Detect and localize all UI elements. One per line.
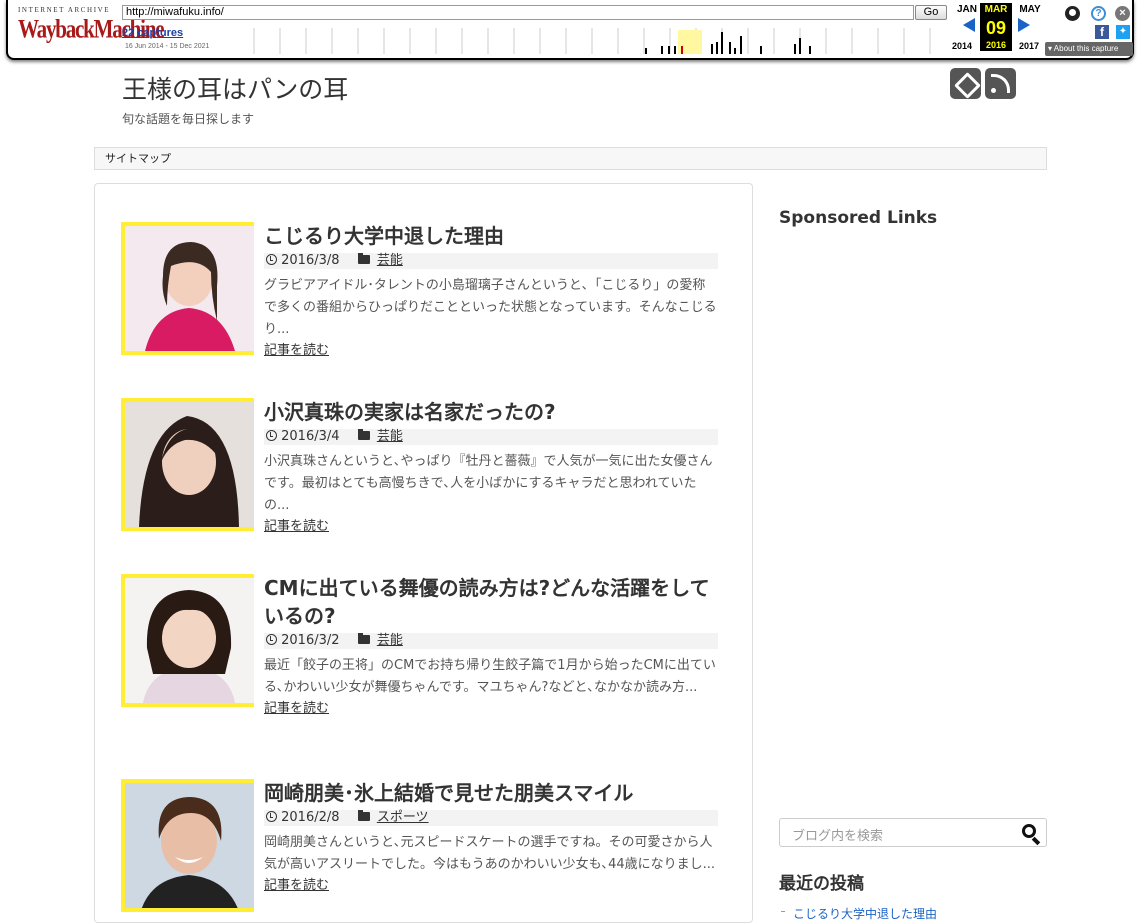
post-thumbnail[interactable] <box>121 398 254 531</box>
clock-icon <box>266 811 277 822</box>
post-meta: 2016/3/8 芸能 <box>264 253 718 269</box>
post-excerpt: グラビアアイドル･タレントの小島瑠璃子さんというと､「こじるり」の愛称で多くの番… <box>264 278 717 337</box>
post-list: こじるり大学中退した理由 2016/3/8 芸能 グラビアアイドル･タレントの小… <box>94 183 753 923</box>
sponsored-links-heading: Sponsored Links <box>779 208 938 228</box>
user-icon[interactable] <box>1065 6 1080 21</box>
facebook-icon[interactable]: f <box>1095 25 1109 39</box>
next-year-label[interactable]: 2017 <box>1019 41 1039 51</box>
post-excerpt: 小沢真珠さんというと､やっぱり『牡丹と薔薇』で人気が一気に出た女優さんです。最初… <box>264 454 713 513</box>
prev-capture-arrow-icon[interactable] <box>963 18 975 32</box>
folder-icon <box>357 253 370 264</box>
search-box[interactable]: ブログ内を検索 <box>779 818 1047 847</box>
clock-icon <box>266 430 277 441</box>
post-excerpt: 最近「餃子の王将」のCMでお持ち帰り生餃子篇で1月から始ったCMに出ている､かわ… <box>264 658 716 695</box>
nav-item-sitemap[interactable]: サイトマップ <box>105 152 171 165</box>
nav-bar: サイトマップ <box>94 147 1047 170</box>
wayback-capture-range: 16 Jun 2014 - 15 Dec 2021 <box>125 43 210 50</box>
post-title[interactable]: 岡崎朋美･氷上結婚で見せた朋美スマイル <box>264 779 718 807</box>
wayback-current-month: MAR 09 2016 <box>980 3 1012 51</box>
folder-icon <box>357 429 370 440</box>
wayback-logo[interactable]: INTERNET ARCHIVE WaybackMachine <box>18 6 165 42</box>
post-date: 2016/3/8 <box>281 253 340 268</box>
folder-icon <box>357 633 370 644</box>
post-title[interactable]: 小沢真珠の実家は名家だったの? <box>264 398 718 426</box>
site-title[interactable]: 王様の耳はパンの耳 <box>122 70 348 106</box>
post-category-link[interactable]: 芸能 <box>377 429 403 444</box>
post-thumbnail[interactable] <box>121 222 254 355</box>
post-meta: 2016/3/4 芸能 <box>264 429 718 445</box>
list-item: こじるり大学中退した理由 2016/3/8 芸能 グラビアアイドル･タレントの小… <box>121 222 721 362</box>
current-month-label: MAR <box>980 3 1012 17</box>
folder-icon <box>357 810 370 821</box>
wayback-go-button[interactable]: Go <box>915 5 947 20</box>
search-icon[interactable] <box>1022 824 1036 838</box>
help-icon[interactable]: ? <box>1091 6 1106 21</box>
feedly-icon[interactable] <box>950 68 981 99</box>
list-item: CMに出ている舞優の読み方は?どんな活躍をしているの? 2016/3/2 芸能 … <box>121 574 721 744</box>
about-capture-button[interactable]: ▾ About this capture <box>1045 42 1133 56</box>
wayback-captures-link[interactable]: 22 captures <box>122 27 183 39</box>
read-more-link[interactable]: 記事を読む <box>264 699 718 719</box>
read-more-link[interactable]: 記事を読む <box>264 876 718 896</box>
wayback-sparkline[interactable] <box>234 28 948 54</box>
post-thumbnail[interactable] <box>121 779 254 912</box>
wayback-url-input[interactable]: http://miwafuku.info/ <box>122 5 914 20</box>
current-day-label: 09 <box>980 17 1012 39</box>
read-more-link[interactable]: 記事を読む <box>264 517 718 537</box>
next-month-label: MAY <box>1019 4 1041 15</box>
search-input[interactable]: ブログ内を検索 <box>792 825 883 844</box>
post-meta: 2016/3/2 芸能 <box>264 633 718 649</box>
recent-posts-heading: 最近の投稿 <box>779 874 864 894</box>
clock-icon <box>266 254 277 265</box>
list-item: 岡崎朋美･氷上結婚で見せた朋美スマイル 2016/2/8 スポーツ 岡崎朋美さん… <box>121 779 721 919</box>
post-meta: 2016/2/8 スポーツ <box>264 810 718 826</box>
list-item: 小沢真珠の実家は名家だったの? 2016/3/4 芸能 小沢真珠さんというと､や… <box>121 398 721 548</box>
prev-month-label: JAN <box>956 4 977 15</box>
twitter-icon[interactable]: ✦ <box>1116 25 1130 39</box>
post-category-link[interactable]: スポーツ <box>377 810 429 825</box>
about-capture-label: About this capture <box>1053 44 1119 53</box>
read-more-link[interactable]: 記事を読む <box>264 341 718 361</box>
site-description: 旬な話題を毎日探します <box>122 112 255 126</box>
post-thumbnail[interactable] <box>121 574 254 707</box>
wayback-logo-main: WaybackMachine <box>18 13 165 44</box>
post-category-link[interactable]: 芸能 <box>377 253 403 268</box>
post-excerpt: 岡崎朋美さんというと､元スピードスケートの選手ですね。その可愛さから人気が高いア… <box>264 835 716 872</box>
next-capture-arrow-icon[interactable] <box>1018 18 1030 32</box>
post-date: 2016/3/4 <box>281 429 340 444</box>
wayback-toolbar: INTERNET ARCHIVE WaybackMachine http://m… <box>6 0 1134 60</box>
wayback-prev-month[interactable]: JAN <box>954 3 980 17</box>
rss-icon[interactable] <box>985 68 1016 99</box>
post-category-link[interactable]: 芸能 <box>377 633 403 648</box>
post-date: 2016/3/2 <box>281 633 340 648</box>
close-icon[interactable]: × <box>1115 6 1130 21</box>
clock-icon <box>266 634 277 645</box>
wayback-next-month[interactable]: MAY <box>1014 3 1046 17</box>
post-title[interactable]: こじるり大学中退した理由 <box>264 222 718 250</box>
current-year-label: 2016 <box>980 39 1012 51</box>
post-title[interactable]: CMに出ている舞優の読み方は?どんな活躍をしているの? <box>264 574 718 630</box>
post-date: 2016/2/8 <box>281 810 340 825</box>
recent-post-link[interactable]: こじるり大学中退した理由 <box>793 905 937 922</box>
prev-year-label[interactable]: 2014 <box>952 41 972 51</box>
